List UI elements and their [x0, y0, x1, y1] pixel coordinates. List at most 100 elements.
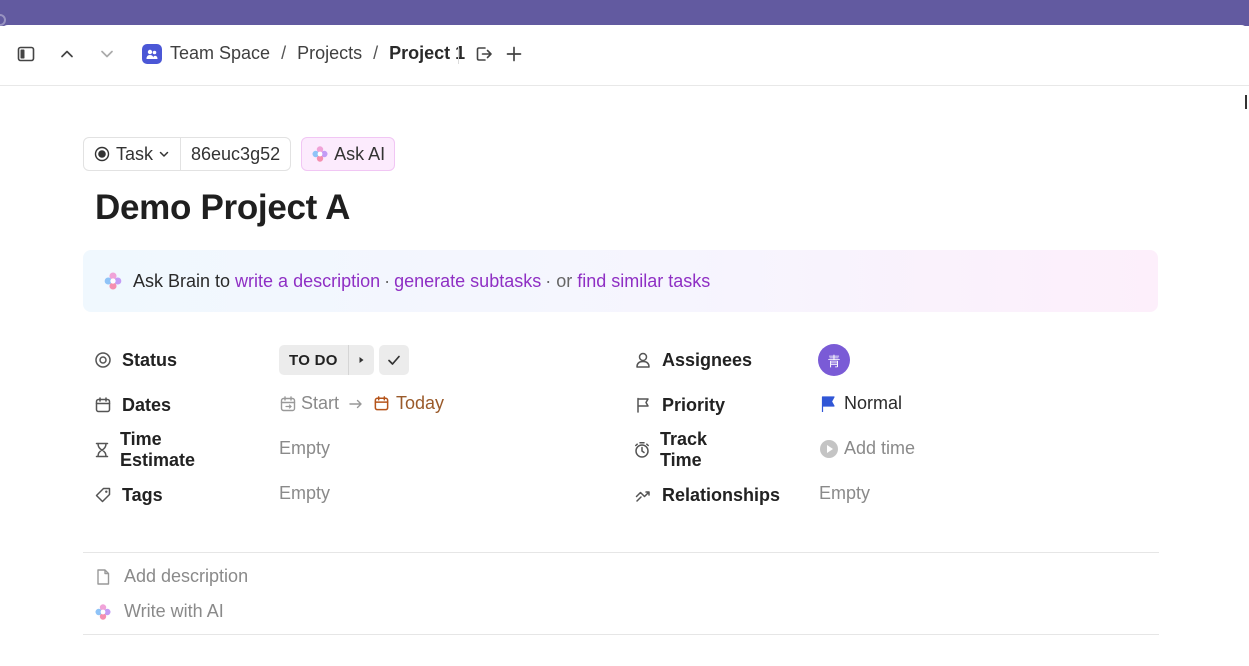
- task-type-id-group: Task 86euc3g52: [83, 137, 292, 171]
- next-status-icon[interactable]: [347, 345, 374, 375]
- status-icon: [93, 350, 113, 370]
- team-space-icon: [142, 43, 162, 64]
- arrow-right-icon: [349, 399, 362, 408]
- breadcrumb: Team Space / Projects / Project 1: [142, 43, 465, 64]
- breadcrumb-projects[interactable]: Projects: [297, 43, 362, 64]
- header-divider: [458, 46, 459, 64]
- chevron-down-icon[interactable]: [95, 42, 119, 66]
- add-description-button[interactable]: Add description: [93, 566, 248, 587]
- relationships-label: Relationships: [633, 485, 780, 506]
- priority-flag-icon: [821, 395, 835, 412]
- find-similar-tasks-link[interactable]: find similar tasks: [577, 271, 710, 292]
- write-with-ai-text: Write with AI: [124, 601, 224, 621]
- relationship-icon: [633, 485, 653, 505]
- dates-label-text: Dates: [122, 394, 172, 415]
- avatar[interactable]: 青: [818, 344, 850, 376]
- task-type-icon: [94, 146, 110, 162]
- calendar-start-icon: [280, 395, 296, 411]
- priority-label-text: Priority: [662, 394, 726, 415]
- relationships-label-text: Relationships: [662, 484, 781, 505]
- calendar-icon: [93, 395, 113, 415]
- flag-outline-icon: [633, 395, 653, 415]
- assignees-label: Assignees: [633, 350, 752, 371]
- ai-sparkle-icon: [93, 602, 113, 622]
- breadcrumb-separator: /: [281, 43, 287, 63]
- task-meta-chips: Task 86euc3g52 Ask AI: [83, 137, 396, 171]
- due-date-text: Today: [396, 393, 445, 413]
- ask-ai-button[interactable]: Ask AI: [301, 137, 396, 171]
- status-text: TO DO: [289, 351, 338, 369]
- field-track-time: Track Time: [633, 429, 709, 471]
- add-description-text: Add description: [124, 566, 249, 586]
- description-divider-top: [83, 552, 1159, 553]
- breadcrumb-project-1[interactable]: Project 1: [389, 43, 465, 64]
- status-label: Status: [93, 350, 177, 371]
- task-id[interactable]: 86euc3g52: [180, 138, 290, 170]
- description-divider-bottom: [83, 634, 1159, 635]
- field-status: Status: [93, 340, 177, 380]
- priority-value[interactable]: Normal: [819, 393, 902, 414]
- field-tags: Tags: [93, 475, 163, 515]
- chevron-down-icon: [159, 151, 169, 157]
- time-estimate-label-text: Time Estimate: [120, 429, 196, 470]
- task-title[interactable]: Demo Project A: [95, 188, 350, 228]
- or-connector: · or: [545, 270, 573, 291]
- task-header-bar: Team Space / Projects / Project 1: [0, 25, 1249, 86]
- status-value: TO DO: [279, 345, 409, 375]
- generate-subtasks-link[interactable]: generate subtasks: [394, 271, 541, 292]
- time-estimate-value[interactable]: Empty: [279, 438, 330, 459]
- tags-label: Tags: [93, 485, 163, 506]
- status-label-text: Status: [122, 349, 178, 370]
- chevron-up-icon[interactable]: [55, 42, 79, 66]
- ask-brain-prefix: Ask Brain to: [133, 270, 231, 291]
- field-assignees: Assignees: [633, 340, 752, 380]
- start-date-text: Start: [301, 393, 340, 413]
- priority-label: Priority: [633, 395, 725, 416]
- write-with-ai-button[interactable]: Write with AI: [93, 601, 224, 622]
- app-top-strip: [0, 0, 1249, 26]
- task-type-label: Task: [116, 143, 154, 164]
- task-window: Team Space / Projects / Project 1 Task 8…: [0, 25, 1249, 666]
- breadcrumb-separator: /: [373, 43, 379, 63]
- check-icon: [387, 355, 400, 365]
- write-description-link[interactable]: write a description: [235, 271, 380, 292]
- status-pill[interactable]: TO DO: [279, 345, 374, 375]
- dates-label: Dates: [93, 395, 171, 416]
- priority-text: Normal: [844, 393, 903, 413]
- separator-dot: ·: [384, 270, 391, 291]
- assignees-value[interactable]: 青: [818, 344, 850, 376]
- field-priority: Priority: [633, 385, 725, 425]
- sidebar-toggle-icon[interactable]: [14, 42, 38, 66]
- play-icon: [820, 439, 838, 458]
- ask-ai-label: Ask AI: [334, 143, 386, 164]
- breadcrumb-team-space[interactable]: Team Space: [170, 43, 270, 64]
- track-time-value[interactable]: Add time: [819, 438, 915, 459]
- ai-sparkle-icon: [312, 146, 328, 162]
- add-time-text: Add time: [844, 438, 916, 458]
- time-estimate-label: Time Estimate: [93, 429, 197, 471]
- field-dates: Dates: [93, 385, 171, 425]
- dates-value: Start Today: [279, 393, 444, 414]
- task-type-selector[interactable]: Task: [84, 138, 180, 170]
- scrollbar-marker[interactable]: [1245, 95, 1247, 109]
- document-icon: [93, 567, 113, 587]
- stopwatch-icon: [633, 440, 651, 460]
- share-icon[interactable]: [472, 42, 496, 66]
- tags-value[interactable]: Empty: [279, 483, 330, 504]
- track-time-label: Track Time: [633, 429, 709, 471]
- start-date[interactable]: Start: [279, 393, 339, 414]
- relationships-value[interactable]: Empty: [819, 483, 870, 504]
- assignees-label-text: Assignees: [662, 349, 753, 370]
- calendar-due-icon: [374, 396, 389, 411]
- hourglass-icon: [93, 440, 111, 460]
- due-date[interactable]: Today: [373, 393, 444, 414]
- track-time-label-text: Track Time: [660, 429, 708, 470]
- plus-icon[interactable]: [502, 42, 526, 66]
- person-icon: [633, 350, 653, 370]
- ask-brain-banner: Ask Brain to write a description · gener…: [83, 250, 1158, 312]
- field-relationships: Relationships: [633, 475, 780, 515]
- tag-icon: [93, 485, 113, 505]
- tags-label-text: Tags: [122, 484, 163, 505]
- field-time-estimate: Time Estimate: [93, 429, 197, 471]
- complete-check-button[interactable]: [378, 345, 409, 375]
